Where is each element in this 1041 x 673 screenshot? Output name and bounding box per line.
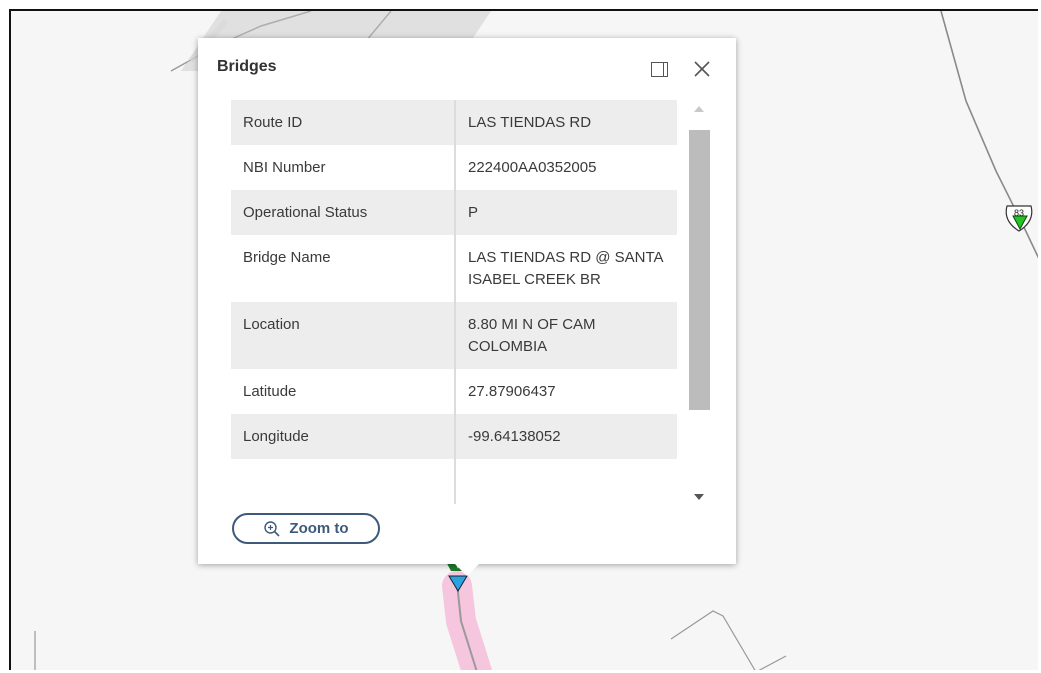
- table-row: Bridge Name LAS TIENDAS RD @ SANTA ISABE…: [231, 235, 677, 302]
- road-line: [758, 655, 787, 670]
- dock-icon[interactable]: [651, 62, 668, 77]
- map-view[interactable]: 83 Bridges Route ID LAS TIENDAS RD NBI N…: [9, 9, 1038, 670]
- table-row: Operational Status P: [231, 190, 677, 235]
- attribute-value: LAS TIENDAS RD: [455, 100, 677, 145]
- popup-title: Bridges: [217, 58, 277, 75]
- attribute-key: Bridge Name: [231, 235, 456, 302]
- table-row: Location 8.80 MI N OF CAM COLOMBIA: [231, 302, 677, 369]
- scroll-down-arrow-icon[interactable]: [694, 494, 704, 500]
- table-row: Route ID LAS TIENDAS RD: [231, 100, 677, 145]
- attribute-key: Latitude: [231, 369, 456, 414]
- zoom-to-label: Zoom to: [289, 520, 349, 537]
- attribute-key: Location: [231, 302, 456, 369]
- table-row: Longitude -99.64138052: [231, 414, 677, 459]
- attribute-key: Route ID: [231, 100, 456, 145]
- scrollbar[interactable]: [686, 100, 711, 511]
- table-row: NBI Number 222400AA0352005: [231, 145, 677, 190]
- attribute-value: 8.80 MI N OF CAM COLOMBIA: [455, 302, 677, 369]
- scroll-thumb[interactable]: [689, 130, 710, 410]
- road-line: [670, 610, 756, 670]
- bridges-popup: Bridges Route ID LAS TIENDAS RD NBI Numb…: [198, 38, 736, 576]
- close-icon[interactable]: [691, 58, 713, 80]
- attribute-value: -99.64138052: [455, 414, 677, 459]
- attribute-table: Route ID LAS TIENDAS RD NBI Number 22240…: [231, 100, 677, 504]
- attribute-value: 222400AA0352005: [468, 159, 597, 176]
- attribute-key: NBI Number: [231, 145, 456, 190]
- scroll-up-arrow-icon[interactable]: [694, 106, 704, 112]
- attribute-key: Operational Status: [231, 190, 456, 235]
- attribute-value: [455, 459, 677, 504]
- attribute-table-container[interactable]: Route ID LAS TIENDAS RD NBI Number 22240…: [231, 100, 677, 511]
- table-row: [231, 459, 677, 504]
- attribute-key: Longitude: [231, 414, 456, 459]
- zoom-in-icon: [264, 520, 280, 537]
- table-row: Latitude 27.87906437: [231, 369, 677, 414]
- attribute-value: 27.87906437: [468, 383, 556, 400]
- attribute-value: P: [455, 190, 677, 235]
- attribute-key: [231, 459, 456, 504]
- popup-pointer: [455, 564, 479, 576]
- attribute-value: LAS TIENDAS RD @ SANTA ISABEL CREEK BR: [468, 249, 663, 288]
- selected-road-highlight: [442, 571, 492, 670]
- zoom-to-button[interactable]: Zoom to: [232, 513, 380, 544]
